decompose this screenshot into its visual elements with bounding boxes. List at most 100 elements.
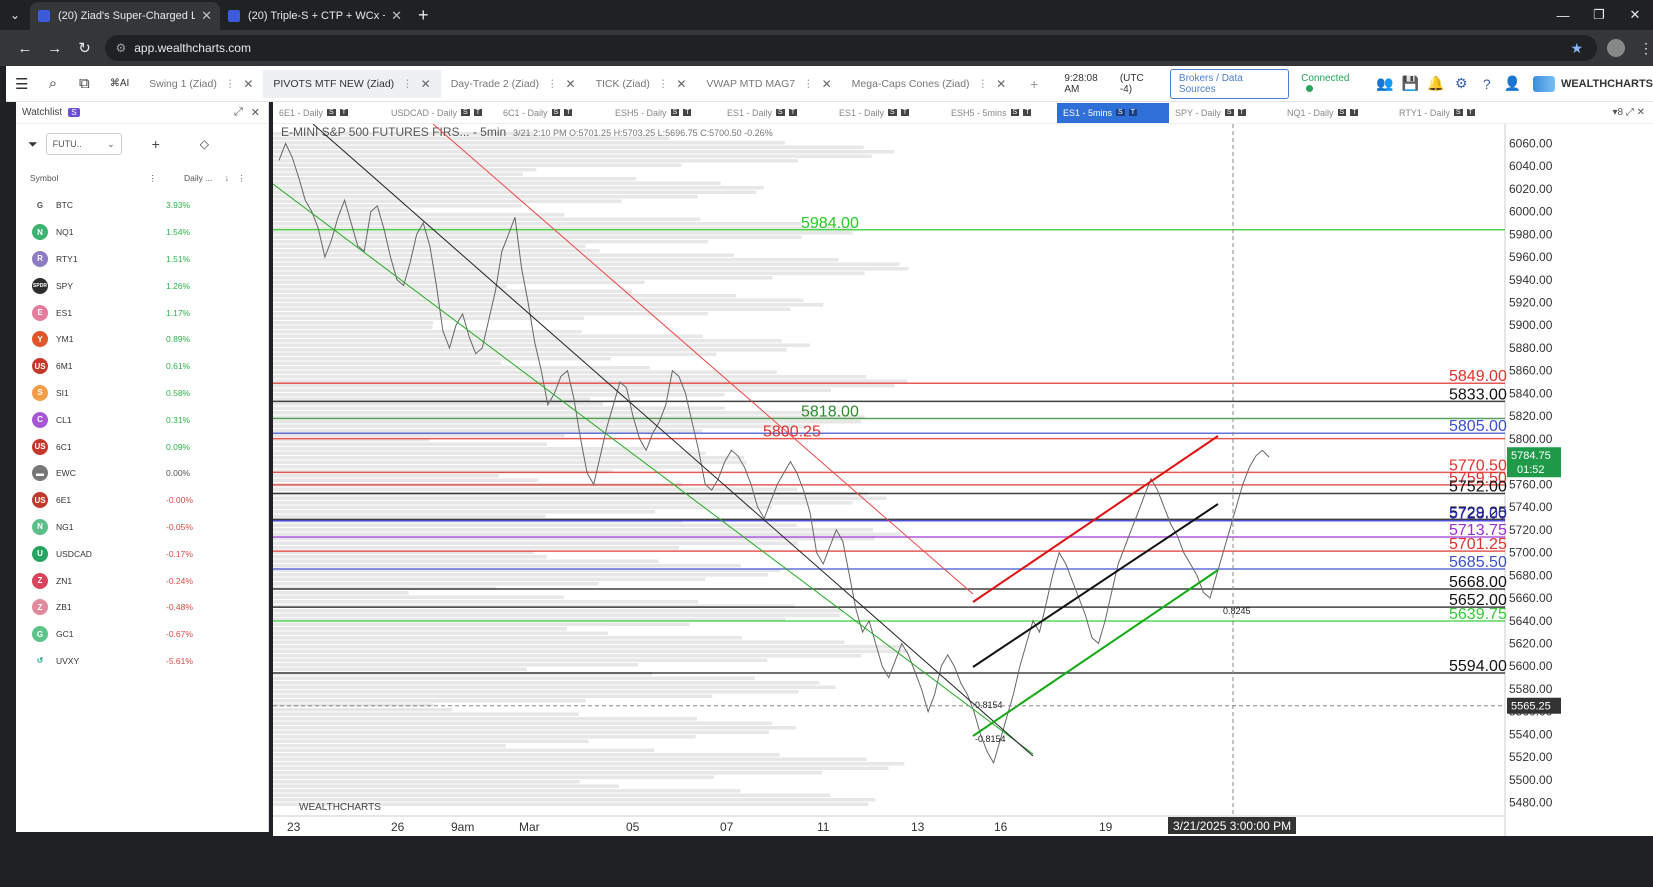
tab-search-chevron-icon[interactable]: ⌄ — [0, 8, 30, 22]
add-layout-button[interactable]: + — [1030, 76, 1038, 92]
column-menu-icon[interactable]: ⋮ — [148, 173, 157, 183]
chart-tab-badge[interactable]: S — [461, 109, 470, 116]
new-tab-button[interactable]: + — [418, 5, 429, 26]
watchlist-row[interactable]: S SI1 0.58% — [16, 380, 268, 407]
watchlist-row[interactable]: U USDCAD -0.17% — [16, 540, 268, 567]
hamburger-menu-icon[interactable]: ☰ — [6, 75, 37, 93]
close-icon[interactable]: ✕ — [251, 106, 260, 119]
chart-tab-badge[interactable]: T — [1466, 109, 1475, 116]
chart-tab[interactable]: 6C1 - Daily S T — [497, 108, 609, 118]
user-avatar[interactable]: 👤 — [1500, 75, 1525, 92]
sort-down-icon[interactable]: ↓ — [225, 173, 229, 183]
watchlist-row[interactable]: N NQ1 1.54% — [16, 219, 268, 246]
layout-tab[interactable]: Day-Trade 2 (Ziad) ⋮ ✕ — [441, 70, 586, 98]
chart-tab[interactable]: ES1 - Daily S T — [833, 108, 945, 118]
watchlist-row[interactable]: R RTY1 1.51% — [16, 246, 268, 273]
watchlist-row[interactable]: N NG1 -0.05% — [16, 514, 268, 541]
chart-tab-badge[interactable]: T — [1023, 109, 1032, 116]
browser-tab-2[interactable]: (20) Triple-S + CTP + WCx + Ap ✕ — [220, 2, 410, 30]
watchlist-row[interactable]: US 6E1 -0.00% — [16, 487, 268, 514]
chart-tab-badge[interactable]: S — [670, 109, 680, 116]
watchlist-row[interactable]: Y YM1 0.89% — [16, 326, 268, 353]
tab-menu-icon[interactable]: ⋮ — [803, 78, 814, 90]
minimize-icon[interactable]: — — [1545, 0, 1581, 30]
layout-tab[interactable]: Mega-Caps Cones (Ziad) ⋮ ✕ — [842, 70, 1016, 98]
brokers-data-sources-button[interactable]: Brokers / Data Sources — [1169, 68, 1290, 99]
layout-tab[interactable]: Swing 1 (Ziad) ⋮ ✕ — [139, 70, 263, 98]
chart-tab-badge[interactable]: S — [1337, 109, 1347, 116]
restore-icon[interactable]: ❐ — [1581, 0, 1617, 30]
close-icon[interactable]: ✕ — [391, 8, 402, 24]
chart-count[interactable]: ▾8 ⤢ ✕ — [1612, 107, 1645, 118]
chart-tab-badge[interactable]: S — [1116, 109, 1125, 116]
layouts-icon[interactable]: ⧉ — [69, 75, 100, 92]
tab-menu-icon[interactable]: ⋮ — [978, 78, 989, 90]
site-info-icon[interactable]: ⚙ — [115, 41, 126, 55]
chart-tab-badge[interactable]: S — [888, 109, 897, 116]
tab-menu-icon[interactable]: ⋮ — [225, 78, 236, 90]
chart-tab-badge[interactable]: T — [473, 109, 482, 116]
filter-icon[interactable]: ⏷ — [28, 137, 38, 152]
watchlist-select[interactable]: FUTU.. ⌄ — [45, 133, 122, 155]
tab-menu-icon[interactable]: ⋮ — [658, 78, 669, 90]
ai-button[interactable]: ⌘AI — [100, 78, 139, 89]
profile-avatar[interactable] — [1607, 39, 1625, 57]
chart-tab-badge[interactable]: T — [1128, 109, 1137, 116]
chart-tab[interactable]: SPY - Daily S T — [1169, 108, 1281, 118]
watchlist-row[interactable]: G BTC 3.93% — [16, 192, 268, 219]
expand-icon[interactable]: ⤢ — [234, 106, 243, 119]
chart-tab[interactable]: 6E1 - Daily S T — [273, 108, 385, 118]
browser-tab-1[interactable]: (20) Ziad's Super-Charged Layo ✕ — [30, 2, 220, 30]
chart-tab-badge[interactable]: T — [683, 109, 692, 116]
chart-tab[interactable]: ESH5 - 5mins S T — [945, 108, 1057, 118]
chart-tab-badge[interactable]: S — [551, 109, 561, 116]
watchlist-row[interactable]: Z ZN1 -0.24% — [16, 567, 268, 594]
chart-tab-badge[interactable]: T — [900, 109, 909, 116]
column-header-daily[interactable]: Daily ... ↓ ⋮ — [184, 173, 246, 184]
watchlist-row[interactable]: Z ZB1 -0.48% — [16, 594, 268, 621]
chart-svg[interactable]: E-MINI S&P 500 FUTURES FIRS... - 5min 3/2… — [272, 123, 1653, 836]
chart-tab[interactable]: ES1 - Daily S T — [721, 108, 833, 118]
watchlist-row[interactable]: C CL1 0.31% — [16, 406, 268, 433]
settings-gear-icon[interactable]: ⚙ — [1449, 75, 1474, 92]
chart-tab-badge[interactable]: T — [1237, 109, 1246, 116]
alerts-icon[interactable]: 🔔 — [1423, 75, 1448, 92]
help-icon[interactable]: ? — [1474, 76, 1499, 92]
users-icon[interactable]: 👥 — [1372, 75, 1397, 92]
chart-tab[interactable]: USDCAD - Daily S T — [385, 108, 497, 118]
chart-tab-badge[interactable]: S — [1453, 109, 1463, 116]
close-icon[interactable]: ✕ — [996, 77, 1006, 91]
layout-tab[interactable]: TICK (Ziad) ⋮ ✕ — [586, 70, 697, 98]
url-field[interactable]: ⚙ app.wealthcharts.com ★ — [105, 35, 1598, 61]
chart-tab-badge[interactable]: S — [1224, 109, 1234, 116]
close-window-icon[interactable]: ✕ — [1617, 0, 1653, 30]
chart-tab[interactable]: RTY1 - Daily S T — [1393, 108, 1505, 118]
reload-icon[interactable]: ↻ — [70, 39, 100, 57]
save-icon[interactable]: 💾 — [1398, 75, 1423, 92]
watchlist-row[interactable]: US 6C1 0.09% — [16, 433, 268, 460]
chart-tab[interactable]: NQ1 - Daily S T — [1281, 108, 1393, 118]
price-chart[interactable]: E-MINI S&P 500 FUTURES FIRS... - 5min 3/2… — [272, 123, 1653, 836]
close-icon[interactable]: ✕ — [822, 77, 832, 91]
close-icon[interactable]: ✕ — [566, 77, 576, 91]
close-icon[interactable]: ✕ — [201, 8, 212, 24]
chart-tab-badge[interactable]: T — [788, 109, 797, 116]
close-icon[interactable]: ✕ — [421, 77, 431, 91]
close-icon[interactable]: ✕ — [676, 77, 686, 91]
tab-menu-icon[interactable]: ⋮ — [547, 78, 558, 90]
tab-menu-icon[interactable]: ⋮ — [402, 78, 413, 90]
watchlist-row[interactable]: G GC1 -0.67% — [16, 621, 268, 648]
layout-tab[interactable]: VWAP MTD MAG7 ⋮ ✕ — [696, 70, 841, 98]
search-icon[interactable]: ⌕ — [37, 75, 68, 92]
bookmark-star-icon[interactable]: ★ — [1571, 40, 1584, 57]
chart-tab[interactable]: ES1 - 5mins S T — [1057, 102, 1169, 123]
back-icon[interactable]: ← — [10, 40, 40, 57]
watchlist-row[interactable]: SPDR SPY 1.26% — [16, 272, 268, 299]
forward-icon[interactable]: → — [40, 40, 70, 57]
layout-tab[interactable]: PIVOTS MTF NEW (Ziad) ⋮ ✕ — [263, 69, 441, 98]
chart-tab-badge[interactable]: S — [776, 109, 785, 116]
watchlist-row[interactable]: US 6M1 0.61% — [16, 353, 268, 380]
watchlist-row[interactable]: E ES1 1.17% — [16, 299, 268, 326]
browser-menu-icon[interactable]: ⋮ — [1639, 40, 1653, 57]
chart-tab[interactable]: ESH5 - Daily S T — [609, 108, 721, 118]
